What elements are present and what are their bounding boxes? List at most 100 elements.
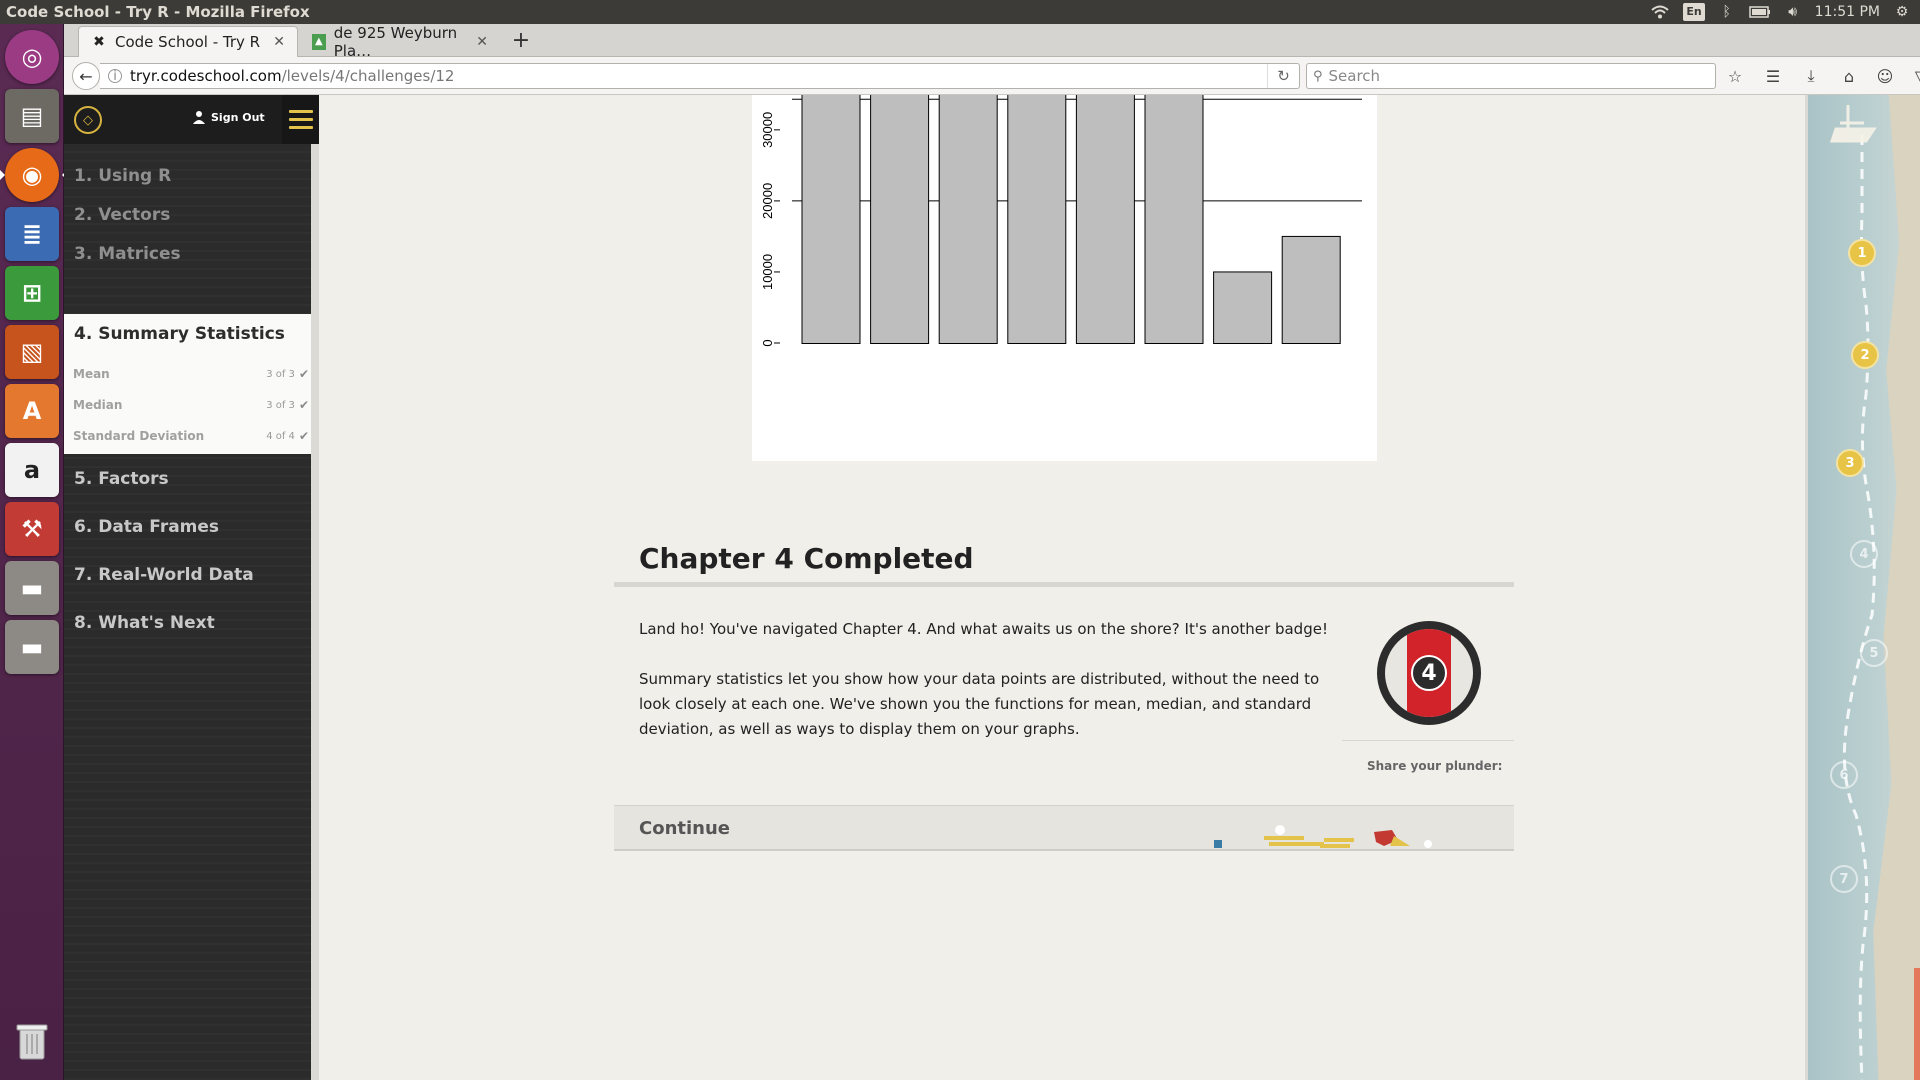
bluetooth-icon[interactable]: ᛒ — [1719, 3, 1735, 21]
map-marker-5[interactable]: 5 — [1860, 639, 1888, 667]
chapter-link-1[interactable]: 1. Using R — [74, 166, 171, 186]
tab-label: Code School - Try R — [115, 33, 261, 51]
chat-icon[interactable]: ☺ — [1874, 65, 1896, 87]
sidebar-scrollbar[interactable] — [311, 144, 319, 1080]
continue-label: Continue — [639, 818, 731, 839]
page-content: ◇ Sign Out 1. Using R 2. Vectors 3. Matr… — [64, 95, 1920, 1080]
map-marker-4[interactable]: 4 — [1850, 540, 1878, 568]
firefox-icon[interactable]: ◉ — [0, 148, 67, 202]
chapter-link-2[interactable]: 2. Vectors — [74, 205, 170, 225]
chapter-link-5[interactable]: 5. Factors — [74, 469, 169, 489]
wifi-icon[interactable] — [1651, 3, 1669, 21]
chapter-badge: 4 — [1377, 621, 1481, 725]
checkmark-icon: ✔ — [298, 429, 309, 443]
subitem-progress: 3 of 3 — [266, 369, 295, 380]
app-launcher: ◎ ▤ ◉ ≣ ⊞ ▧ A a ⚒ ▬ ▬ — [0, 24, 67, 1080]
search-input[interactable]: ⚲ Search — [1306, 63, 1716, 89]
maps-favicon-icon: ▲ — [312, 33, 326, 50]
map-marker-6[interactable]: 6 — [1830, 761, 1858, 789]
window-title: Code School - Try R - Mozilla Firefox — [6, 3, 310, 21]
writer-icon[interactable]: ≣ — [5, 207, 59, 261]
drive-icon[interactable]: ▬ — [5, 561, 59, 615]
code-school-favicon-icon: ✖ — [93, 34, 105, 50]
map-marker-1[interactable]: 1 — [1848, 239, 1876, 267]
tab-maps[interactable]: ▲ de 925 Weyburn Pla… ✕ — [300, 23, 500, 60]
heading-divider — [614, 582, 1514, 587]
impress-icon[interactable]: ▧ — [5, 325, 59, 379]
map-marker-2[interactable]: 2 — [1851, 341, 1879, 369]
map-marker-7[interactable]: 7 — [1830, 865, 1858, 893]
pocket-icon[interactable]: ▽ — [1910, 65, 1920, 87]
hamburger-menu-button[interactable] — [282, 95, 319, 144]
system-indicators: En ᛒ 🔊︎ 11:51 PM ⚙ — [1651, 3, 1920, 21]
code-school-logo-icon[interactable]: ◇ — [74, 106, 102, 134]
reload-icon[interactable]: ↻ — [1267, 64, 1299, 88]
settings-gear-icon[interactable]: ⚙ — [1894, 3, 1910, 21]
ubuntu-dash-icon[interactable]: ◎ — [5, 30, 59, 84]
chart-bar-5 — [1144, 95, 1204, 344]
subitem-standard-deviation[interactable]: Standard Deviation 4 of 4 ✔ — [73, 429, 309, 443]
bookmarks-list-icon[interactable]: ☰ — [1762, 65, 1784, 87]
bar-chart-output: 0 10000 20000 30000 — [752, 95, 1377, 461]
share-label: Share your plunder: — [1367, 759, 1503, 773]
url-bar[interactable]: i tryr.codeschool.com/levels/4/challenge… — [100, 63, 1300, 89]
subitem-median[interactable]: Median 3 of 3 ✔ — [73, 398, 309, 412]
map-accent-strip — [1914, 968, 1920, 1080]
chart-bar-1 — [870, 95, 930, 344]
url-path: /levels/4/challenges/12 — [281, 67, 455, 85]
keyboard-layout-indicator[interactable]: En — [1683, 3, 1705, 21]
new-tab-button[interactable]: + — [506, 28, 536, 53]
subitem-mean[interactable]: Mean 3 of 3 ✔ — [73, 367, 309, 381]
software-center-icon[interactable]: A — [5, 384, 59, 438]
site-info-icon[interactable]: i — [108, 69, 122, 84]
home-icon[interactable]: ⌂ — [1838, 65, 1860, 87]
tab-label: de 925 Weyburn Pla… — [333, 23, 458, 60]
search-placeholder: Search — [1328, 67, 1381, 85]
course-map: 1 2 3 4 5 6 7 — [1808, 95, 1920, 1080]
downloads-icon[interactable]: ⤓ — [1800, 65, 1822, 87]
battery-icon[interactable] — [1748, 3, 1771, 21]
chapter-link-4[interactable]: 4. Summary Statistics — [74, 324, 285, 344]
subitem-progress: 4 of 4 — [266, 431, 295, 442]
os-top-panel: Code School - Try R - Mozilla Firefox En… — [0, 0, 1920, 24]
clock[interactable]: 11:51 PM — [1815, 3, 1880, 21]
search-icon: ⚲ — [1313, 68, 1323, 84]
bar-chart: 0 10000 20000 30000 — [760, 95, 1362, 347]
sidebar-header: ◇ Sign Out — [64, 95, 319, 144]
sign-out-label: Sign Out — [211, 110, 265, 124]
checkmark-icon: ✔ — [298, 367, 309, 381]
chart-bar-6 — [1213, 271, 1273, 345]
back-button[interactable]: ← — [72, 62, 100, 90]
files-icon[interactable]: ▤ — [5, 89, 59, 143]
completion-paragraph-1: Land ho! You've navigated Chapter 4. And… — [639, 620, 1328, 638]
close-tab-icon[interactable]: ✕ — [476, 34, 488, 50]
trash-icon[interactable] — [5, 1014, 59, 1068]
share-divider — [1342, 740, 1514, 741]
completion-paragraph-2: Summary statistics let you show how your… — [639, 670, 1320, 738]
chart-bar-7 — [1281, 235, 1341, 344]
amazon-icon[interactable]: a — [5, 443, 59, 497]
map-marker-3[interactable]: 3 — [1836, 449, 1864, 477]
volume-icon[interactable]: 🔊︎ — [1785, 3, 1801, 21]
browser-tab-strip: ✖ Code School - Try R ✕ ▲ de 925 Weyburn… — [64, 23, 1920, 60]
chart-ytick-label-1: 10000 — [760, 254, 775, 290]
calc-icon[interactable]: ⊞ — [5, 266, 59, 320]
user-icon — [193, 111, 205, 124]
close-tab-icon[interactable]: ✕ — [273, 34, 285, 50]
tab-code-school[interactable]: ✖ Code School - Try R ✕ — [78, 26, 298, 57]
bookmark-star-icon[interactable]: ☆ — [1724, 65, 1746, 87]
subitem-label: Median — [73, 398, 123, 412]
system-settings-icon[interactable]: ⚒ — [5, 502, 59, 556]
chapter-link-6[interactable]: 6. Data Frames — [74, 517, 219, 537]
chapter-link-7[interactable]: 7. Real-World Data — [74, 565, 254, 585]
chapter-link-8[interactable]: 8. What's Next — [74, 613, 215, 633]
chart-bar-3 — [1007, 95, 1067, 344]
course-sidebar: ◇ Sign Out 1. Using R 2. Vectors 3. Matr… — [64, 95, 319, 1080]
treasure-decoration-icon — [1214, 825, 1432, 848]
badge-number: 4 — [1411, 655, 1447, 691]
sign-out-link[interactable]: Sign Out — [192, 110, 265, 124]
drive-2-icon[interactable]: ▬ — [5, 620, 59, 674]
continue-button[interactable]: Continue — [614, 805, 1514, 851]
current-chapter-panel: 4. Summary Statistics Mean 3 of 3 ✔ Medi… — [64, 314, 319, 454]
chapter-link-3[interactable]: 3. Matrices — [74, 244, 181, 264]
